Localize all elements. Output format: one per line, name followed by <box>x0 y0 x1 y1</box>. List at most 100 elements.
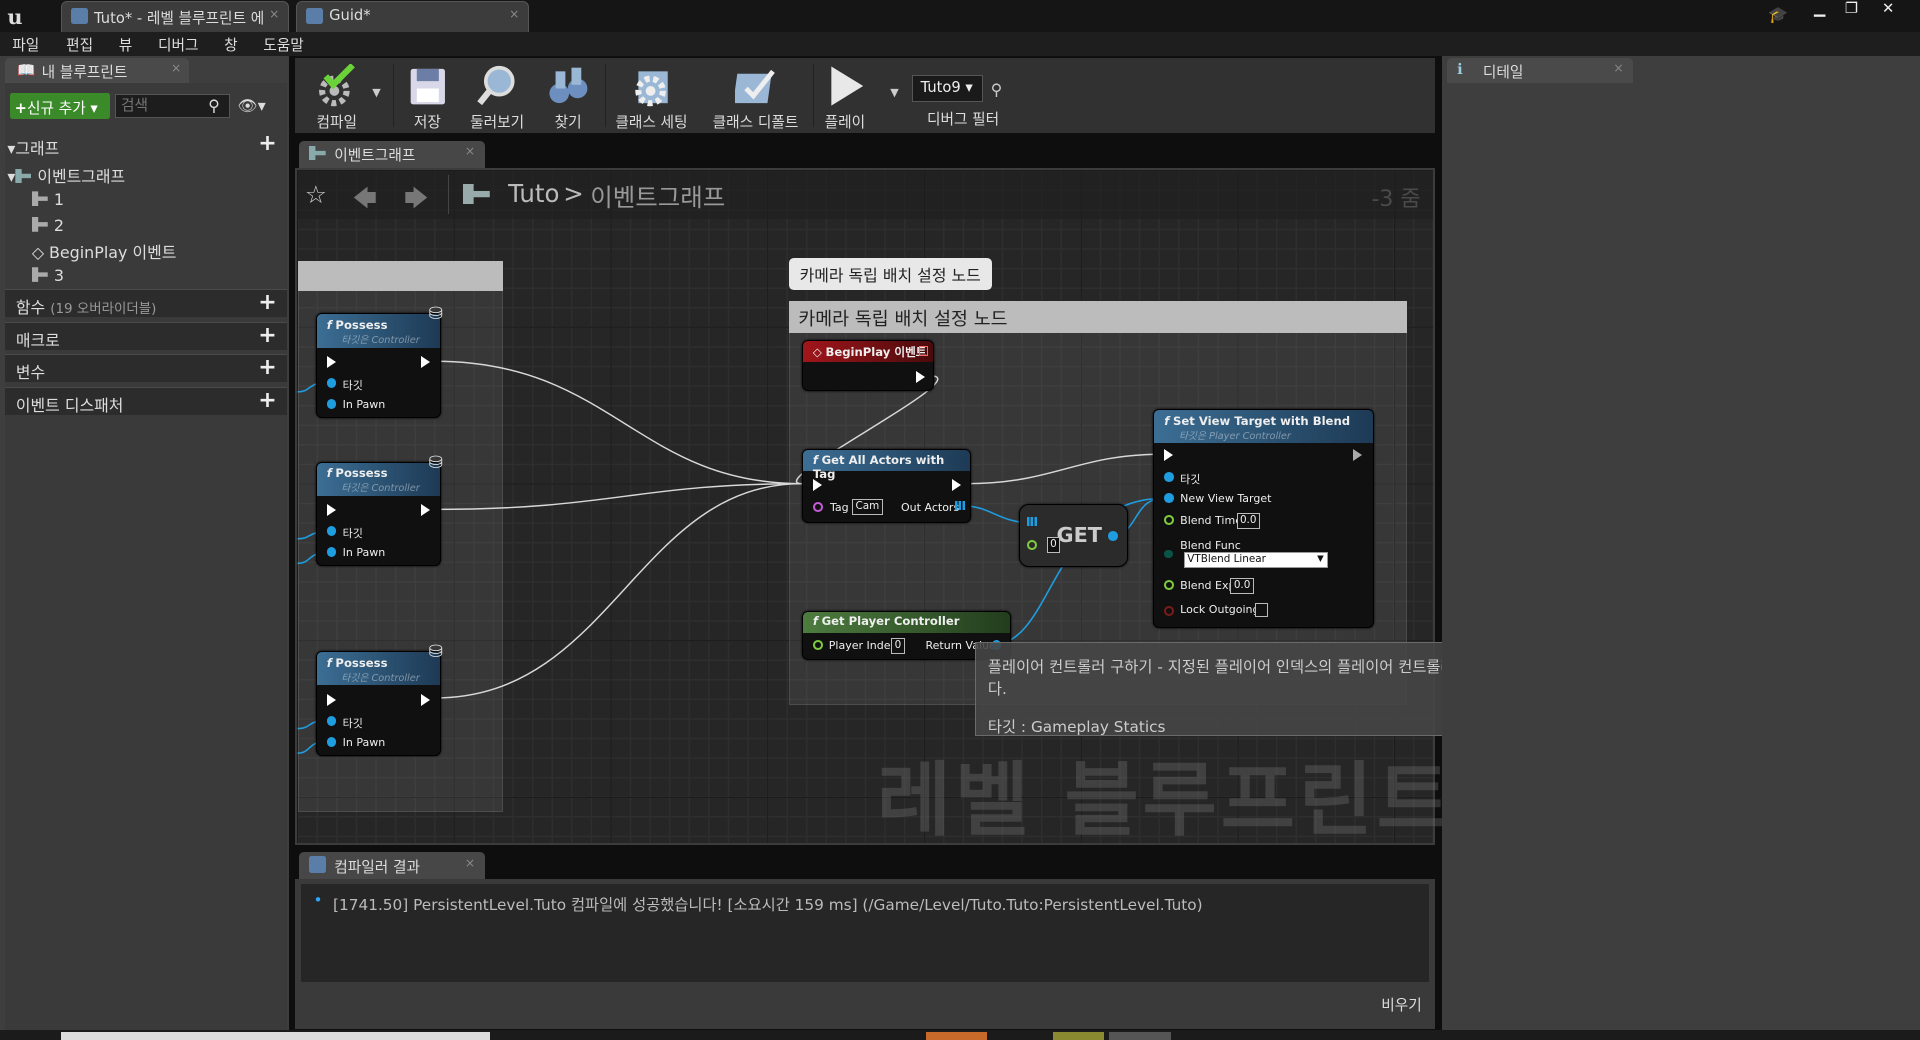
new-view-target-pin[interactable] <box>1164 493 1175 504</box>
clear-button[interactable]: 비우기 <box>1381 994 1422 1015</box>
exec-out-pin[interactable] <box>420 356 431 369</box>
exec-in-pin[interactable] <box>326 356 337 369</box>
pin-label: Lock Outgoing <box>1180 603 1260 617</box>
in-pawn-pin[interactable] <box>326 736 337 747</box>
network-icon: ⛁ <box>428 453 443 474</box>
get-out-pin[interactable] <box>1107 531 1118 541</box>
lock-outgoing-checkbox[interactable] <box>1254 603 1269 617</box>
in-pawn-pin[interactable] <box>326 547 337 557</box>
lock-outgoing-pin[interactable] <box>1164 605 1175 616</box>
blend-func-value: VTBlend Linear <box>1187 553 1266 565</box>
player-index-input[interactable]: 0 <box>891 637 905 654</box>
tab-label: 디테일 <box>1482 64 1524 82</box>
compiler-log: • [1741.50] PersistentLevel.Tuto 컴파일에 성공… <box>301 884 1429 983</box>
tag-value-input[interactable]: Cam <box>852 499 883 516</box>
taskbar-item[interactable] <box>1053 1032 1105 1040</box>
node-subtitle: 타깃은 Controller <box>341 673 420 685</box>
back-arrow-icon[interactable]: 🡄 <box>353 181 377 221</box>
details-panel <box>1442 56 1920 1040</box>
beginplay-event-node[interactable]: ◇ BeginPlay 이벤트 <box>802 340 935 391</box>
exec-out-pin[interactable] <box>420 694 431 707</box>
out-actors-array-pin[interactable] <box>954 500 965 511</box>
event-diamond-icon: ◇ <box>812 344 822 359</box>
log-line[interactable]: [1741.50] PersistentLevel.Tuto 컴파일에 성공했습… <box>333 896 1203 914</box>
in-pawn-pin[interactable] <box>326 398 337 409</box>
info-bullet-icon: • <box>313 891 323 910</box>
possess-node[interactable]: f Possess 타깃은 Controller 타깃 In Pawn <box>315 651 441 756</box>
function-icon: f <box>326 318 332 333</box>
chevron-down-icon: ▼ <box>1317 554 1324 564</box>
taskbar-item[interactable] <box>61 1032 490 1040</box>
blend-exp-pin[interactable] <box>1164 580 1175 590</box>
node-title: Possess <box>335 318 388 333</box>
pin-label: In Pawn <box>342 735 386 749</box>
possess-node[interactable]: f Possess 타깃은 Controller 타깃 In Pawn <box>315 313 441 418</box>
star-icon[interactable]: ☆ <box>305 180 327 209</box>
pin-label: Blend Time <box>1180 514 1243 528</box>
exec-in-pin[interactable] <box>326 504 337 517</box>
possess-node[interactable]: f Possess 타깃은 Controller 타깃 In Pawn <box>315 461 441 566</box>
node-subtitle: 타깃은 Player Controller <box>1178 430 1291 442</box>
blend-func-pin[interactable] <box>1164 549 1173 559</box>
pin-label: 타깃 <box>342 378 363 392</box>
exec-in-pin[interactable] <box>1164 449 1174 462</box>
blend-exp-input[interactable]: 0.0 <box>1230 577 1254 594</box>
node-title: GET <box>1056 522 1102 547</box>
node-title: Get All Actors with Tag <box>812 452 945 481</box>
pin-label: Blend Exp <box>1180 578 1236 592</box>
breadcrumb-root[interactable]: Tuto <box>508 179 559 208</box>
blend-func-select[interactable]: VTBlend Linear ▼ <box>1183 552 1329 568</box>
breadcrumb-separator: > <box>563 178 584 208</box>
target-pin[interactable] <box>326 526 337 537</box>
exec-in-pin[interactable] <box>326 694 337 707</box>
zoom-level: -3 줌 <box>1371 187 1421 213</box>
node-title: BeginPlay 이벤트 <box>825 344 927 359</box>
target-pin[interactable] <box>326 716 337 726</box>
get-all-actors-with-tag-node[interactable]: f Get All Actors with Tag Tag Cam Out Act… <box>802 449 972 523</box>
function-icon: f <box>326 466 332 481</box>
pin-label: Player Index <box>828 638 897 652</box>
array-in-pin[interactable] <box>1027 516 1037 527</box>
close-icon[interactable]: × <box>1613 61 1623 75</box>
target-pin[interactable] <box>1164 472 1175 483</box>
player-index-pin[interactable] <box>812 640 823 650</box>
tag-pin[interactable] <box>812 501 823 512</box>
taskbar-item[interactable] <box>925 1032 987 1040</box>
function-icon: f <box>812 452 818 467</box>
node-title: Get Player Controller <box>821 614 960 629</box>
network-icon: ⛁ <box>428 303 443 324</box>
set-view-target-with-blend-node[interactable]: f Set View Target with Blend 타깃은 Player Co… <box>1153 408 1374 629</box>
close-icon[interactable]: × <box>465 856 475 870</box>
node-subtitle: 타깃은 Controller <box>341 335 420 347</box>
exec-out-pin[interactable] <box>420 504 431 517</box>
taskbar-item[interactable] <box>1109 1032 1171 1040</box>
pin-label: Out Actors <box>901 500 960 514</box>
exec-out-pin[interactable] <box>915 370 926 383</box>
function-icon: f <box>812 614 818 629</box>
function-icon: f <box>326 656 332 671</box>
breadcrumb-current[interactable]: 이벤트그래프 <box>590 179 725 214</box>
exec-out-pin[interactable] <box>952 478 962 491</box>
forward-arrow-icon[interactable]: 🡆 <box>404 181 428 221</box>
tab-compiler-results[interactable]: 컴파일러 결과 × <box>298 852 485 880</box>
target-pin[interactable] <box>326 378 337 388</box>
node-title: Possess <box>335 656 388 671</box>
pin-label: 타깃 <box>342 527 363 541</box>
delegate-pin[interactable] <box>918 346 929 357</box>
pin-label: Tag <box>829 500 849 514</box>
index-value-input[interactable]: 0 <box>1046 537 1061 554</box>
blend-time-input[interactable]: 0.0 <box>1236 512 1260 529</box>
blend-time-pin[interactable] <box>1164 515 1175 526</box>
pin-label: In Pawn <box>342 397 386 411</box>
pin-label: New View Target <box>1180 492 1272 505</box>
exec-in-pin[interactable] <box>812 478 823 491</box>
array-get-node[interactable]: GET 0 <box>1018 504 1128 567</box>
function-icon: f <box>1164 413 1170 428</box>
index-pin[interactable] <box>1027 539 1037 550</box>
tab-label: 컴파일러 결과 <box>334 858 421 876</box>
pin-label: 타깃 <box>1180 473 1201 487</box>
tab-details[interactable]: ℹ 디테일 × <box>1447 57 1634 84</box>
exec-out-pin[interactable] <box>1352 449 1363 462</box>
network-icon: ⛁ <box>428 641 443 662</box>
pin-label: Blend Func <box>1180 538 1241 552</box>
